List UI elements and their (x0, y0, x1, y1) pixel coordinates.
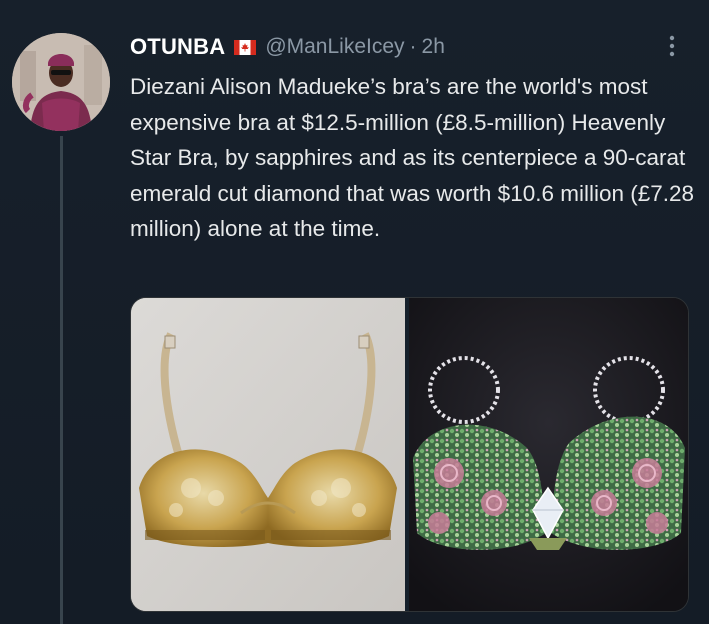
thread-line (60, 136, 63, 624)
media-image-jeweled-bra[interactable] (409, 298, 688, 611)
media-grid[interactable] (130, 297, 689, 612)
display-name[interactable]: OTUNBA (130, 34, 225, 60)
more-options-icon[interactable] (662, 34, 682, 58)
avatar[interactable] (12, 33, 110, 131)
separator-dot: · (409, 35, 417, 58)
tweet-header: OTUNBA @ManLikeIcey · 2h (130, 32, 445, 62)
tweet-card[interactable]: OTUNBA @ManLikeIcey · 2h Diezani Alison … (0, 0, 709, 624)
user-handle[interactable]: @ManLikeIcey (265, 35, 404, 59)
canada-flag-icon (234, 39, 257, 55)
timestamp[interactable]: 2h (422, 35, 445, 59)
media-image-gold-bra[interactable] (131, 298, 405, 611)
tweet-text: Diezani Alison Madueke’s bra’s are the w… (130, 74, 695, 242)
avatar-image (12, 33, 110, 131)
